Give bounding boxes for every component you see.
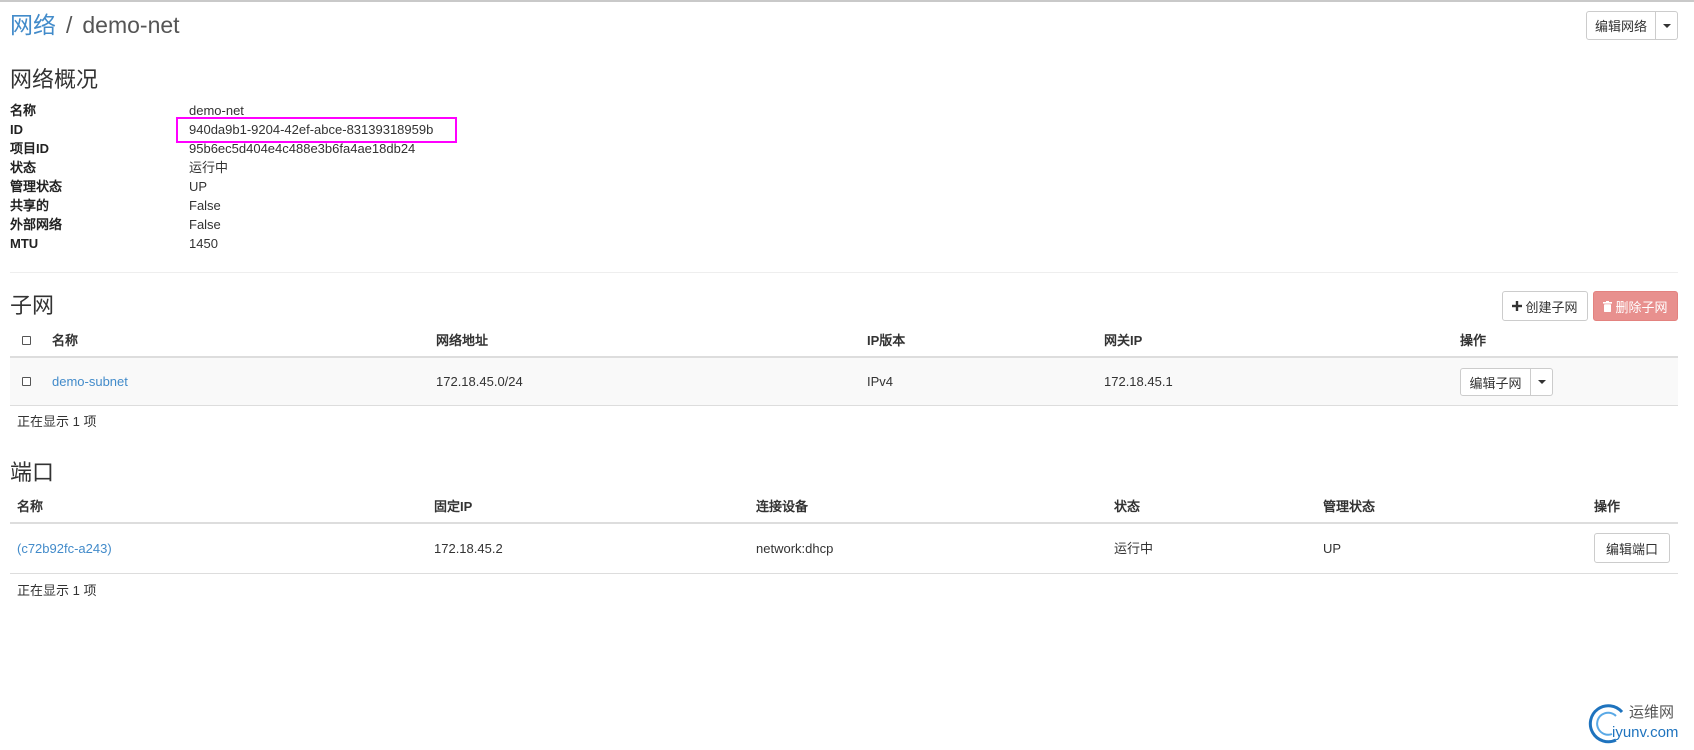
detail-value: 1450 <box>189 236 218 251</box>
trash-icon <box>1603 300 1613 312</box>
breadcrumb: 网络 / demo-net <box>10 10 180 40</box>
edit-subnet-dropdown-toggle[interactable] <box>1531 368 1553 396</box>
detail-row-shared: 共享的 False <box>10 196 610 215</box>
subnets-table-header: 名称 网络地址 IP版本 网关IP 操作 <box>10 325 1678 358</box>
ports-table-header: 名称 固定IP 连接设备 状态 管理状态 操作 <box>10 491 1678 524</box>
edit-subnet-label: 编辑子网 <box>1469 375 1522 391</box>
subnets-count: 正在显示 1 项 <box>17 414 97 429</box>
watermark-site-name: 运维网 <box>1629 704 1675 721</box>
detail-label: 外部网络 <box>10 217 63 232</box>
row-checkbox[interactable] <box>22 377 31 386</box>
subnet-cidr: 172.18.45.0/24 <box>436 374 523 389</box>
detail-value: False <box>189 217 221 232</box>
detail-value: False <box>189 198 221 213</box>
create-subnet-button[interactable]: 创建子网 <box>1502 291 1588 321</box>
column-header-name[interactable]: 名称 <box>17 491 43 522</box>
delete-subnet-label: 删除子网 <box>1615 299 1668 315</box>
detail-label: 状态 <box>10 160 37 175</box>
detail-label: 名称 <box>10 103 37 118</box>
detail-label: 管理状态 <box>10 179 63 194</box>
subnet-ip-version: IPv4 <box>867 374 894 389</box>
port-admin-state: UP <box>1323 541 1342 556</box>
edit-network-dropdown-toggle[interactable] <box>1656 11 1678 40</box>
edit-port-button[interactable]: 编辑端口 <box>1594 533 1670 563</box>
top-border <box>0 0 1694 2</box>
detail-value: UP <box>189 179 208 194</box>
detail-row-status: 状态 运行中 <box>10 158 610 177</box>
column-header-ip-version[interactable]: IP版本 <box>867 325 905 356</box>
breadcrumb-networks-link[interactable]: 网络 <box>10 12 56 38</box>
column-header-fixed-ip[interactable]: 固定IP <box>434 491 472 522</box>
plus-icon <box>1512 301 1523 311</box>
column-header-status[interactable]: 状态 <box>1114 491 1140 522</box>
ports-count: 正在显示 1 项 <box>17 583 97 598</box>
detail-row-admin-state: 管理状态 UP <box>10 177 610 196</box>
port-name-link[interactable]: (c72b92fc-a243) <box>17 524 112 573</box>
subnet-gateway: 172.18.45.1 <box>1104 374 1173 389</box>
subnet-name-link[interactable]: demo-subnet <box>52 358 128 405</box>
caret-down-icon <box>1537 380 1546 384</box>
detail-value: 运行中 <box>189 160 229 175</box>
subnets-table: 名称 网络地址 IP版本 网关IP 操作 demo-subnet 172.18.… <box>10 325 1678 406</box>
delete-subnet-button[interactable]: 删除子网 <box>1593 291 1678 321</box>
port-device: network:dhcp <box>756 541 834 556</box>
edit-subnet-button[interactable]: 编辑子网 <box>1460 368 1531 396</box>
detail-label: MTU <box>10 236 39 251</box>
column-header-actions: 操作 <box>1460 333 1487 348</box>
highlight-box <box>176 117 457 143</box>
column-header-admin-state[interactable]: 管理状态 <box>1323 491 1375 522</box>
edit-port-label: 编辑端口 <box>1605 541 1658 557</box>
section-divider <box>10 272 1678 273</box>
select-all-checkbox[interactable] <box>22 336 31 345</box>
subnets-title: 子网 <box>10 293 55 318</box>
column-header-attached-device[interactable]: 连接设备 <box>756 491 808 522</box>
table-row: (c72b92fc-a243) 172.18.45.2 network:dhcp… <box>10 524 1678 574</box>
edit-network-label: 编辑网络 <box>1594 19 1647 34</box>
watermark-domain: iyunv.com <box>1612 724 1679 741</box>
ports-title: 端口 <box>10 460 55 485</box>
column-header-network-address[interactable]: 网络地址 <box>436 325 488 356</box>
column-header-name[interactable]: 名称 <box>52 325 78 356</box>
table-row: demo-subnet 172.18.45.0/24 IPv4 172.18.4… <box>10 358 1678 406</box>
detail-row-mtu: MTU 1450 <box>10 234 610 253</box>
detail-label: 共享的 <box>10 198 50 213</box>
detail-label: ID <box>10 122 23 137</box>
port-fixed-ip: 172.18.45.2 <box>434 541 503 556</box>
breadcrumb-current: demo-net <box>82 12 180 38</box>
detail-label: 项目ID <box>10 141 50 156</box>
edit-network-button[interactable]: 编辑网络 <box>1586 11 1656 40</box>
column-header-actions: 操作 <box>1594 499 1621 514</box>
caret-down-icon <box>1662 23 1671 28</box>
ports-table: 名称 固定IP 连接设备 状态 管理状态 操作 (c72b92fc-a243) … <box>10 491 1678 574</box>
detail-row-external: 外部网络 False <box>10 215 610 234</box>
overview-title: 网络概况 <box>10 67 99 92</box>
port-status: 运行中 <box>1114 541 1154 556</box>
breadcrumb-separator: / <box>66 12 73 38</box>
create-subnet-label: 创建子网 <box>1525 299 1578 315</box>
column-header-gateway-ip[interactable]: 网关IP <box>1104 325 1142 356</box>
